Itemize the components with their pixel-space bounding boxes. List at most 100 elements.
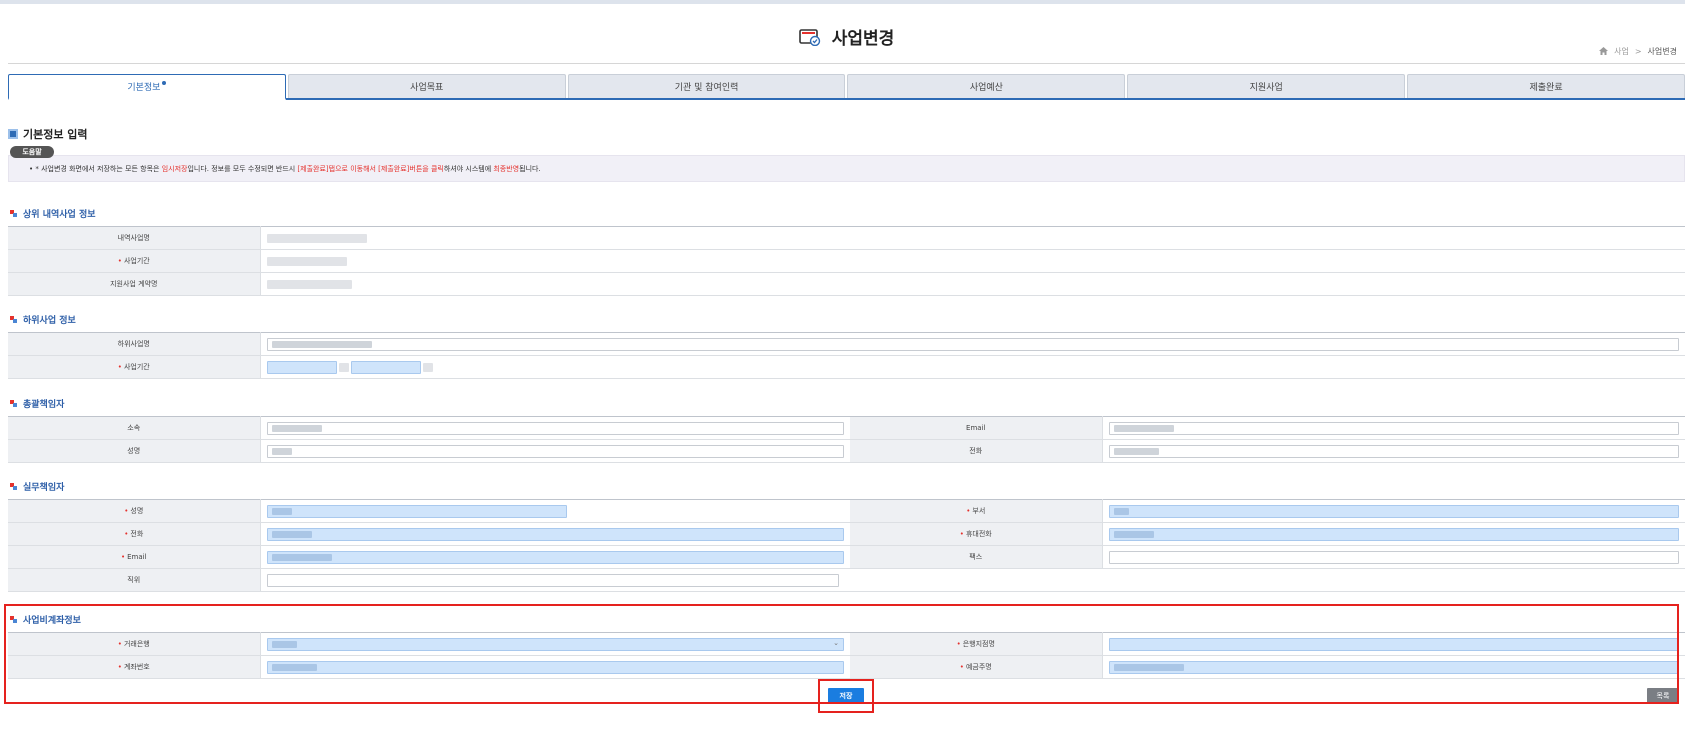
section-title-text: 실무책임자 xyxy=(23,483,65,493)
table-row: 하위사업명 xyxy=(8,332,1685,356)
field-value xyxy=(1102,499,1685,523)
field-label-text: 부서 xyxy=(972,507,986,515)
tab-basic-info[interactable]: 기본정보 xyxy=(8,74,286,100)
breadcrumb-level1[interactable]: 사업 xyxy=(1614,46,1629,57)
department-input[interactable] xyxy=(1108,504,1679,518)
field-value xyxy=(260,416,850,440)
masked-value xyxy=(271,530,312,538)
notice-highlight-3: 최종반영 xyxy=(493,165,520,173)
field-label-text: 사업기간 xyxy=(123,363,150,371)
change-document-icon xyxy=(798,28,821,46)
page-title-wrap: 사업변경 xyxy=(8,24,1685,49)
sub-project-name-input[interactable] xyxy=(266,337,1679,351)
field-value xyxy=(260,522,850,546)
field-value xyxy=(260,499,850,523)
field-value: ⌄ xyxy=(260,632,850,656)
masked-value xyxy=(1113,447,1159,455)
calendar-icon[interactable] xyxy=(423,362,434,372)
table-row: 성명 전화 xyxy=(8,439,1685,463)
required-mark: • xyxy=(959,530,964,538)
section-main-title-text: 기본정보 입력 xyxy=(23,128,88,141)
field-label: • 사업기간 xyxy=(8,355,261,379)
tab-support-project[interactable]: 지원사업 xyxy=(1127,74,1406,98)
masked-value xyxy=(1113,530,1154,538)
field-label: • 부서 xyxy=(850,499,1103,523)
email-input[interactable] xyxy=(266,550,844,564)
required-mark: • xyxy=(124,507,129,515)
field-label: • 사업기간 xyxy=(8,249,261,273)
branch-input[interactable] xyxy=(1108,637,1679,651)
field-label: 직위 xyxy=(8,568,261,592)
field-label-text: 휴대전화 xyxy=(965,530,992,538)
field-value xyxy=(260,568,1685,592)
table-row: 소속 Email xyxy=(8,416,1685,440)
masked-value xyxy=(271,340,372,348)
top-strip xyxy=(0,0,1685,4)
list-button[interactable]: 목록 xyxy=(1647,688,1679,704)
phone-input[interactable] xyxy=(1108,444,1679,458)
field-label-text: 예금주명 xyxy=(965,663,992,671)
mobile-input[interactable] xyxy=(1108,527,1679,541)
position-input[interactable] xyxy=(266,573,839,587)
end-date-input[interactable] xyxy=(350,360,421,374)
tab-institution-staff[interactable]: 기관 및 참여인력 xyxy=(567,74,846,98)
required-mark: • xyxy=(959,663,964,671)
date-separator xyxy=(338,362,349,372)
section-main-title: 기본정보 입력 xyxy=(8,126,88,142)
notice-text-3: 하셔야 시스템에 xyxy=(443,165,494,173)
field-value xyxy=(260,655,850,679)
field-value xyxy=(260,332,1685,356)
practical-manager-table: • 성명 • 부서 • 전화 • 휴대전화 • Email 팩스 직위 xyxy=(8,499,1685,592)
bank-select[interactable]: ⌄ xyxy=(266,637,844,651)
field-label: • 전화 xyxy=(8,522,261,546)
fax-input[interactable] xyxy=(1108,550,1679,564)
required-mark: • xyxy=(956,640,961,648)
account-number-input[interactable] xyxy=(266,660,844,674)
required-mark: • xyxy=(117,640,122,648)
general-manager-table: 소속 Email 성명 전화 xyxy=(8,416,1685,463)
masked-value xyxy=(271,447,292,455)
masked-value xyxy=(1113,424,1174,432)
field-label: • 은행지점명 xyxy=(850,632,1103,656)
field-label: 내역사업명 xyxy=(8,226,261,250)
lower-project-table: 하위사업명 • 사업기간 xyxy=(8,332,1685,379)
section-bullet-icon xyxy=(10,399,18,408)
tab-submit-complete[interactable]: 제출완료 xyxy=(1407,74,1685,98)
phone-input[interactable] xyxy=(266,527,844,541)
field-value xyxy=(260,226,1685,250)
masked-value xyxy=(266,279,352,289)
field-label: • 휴대전화 xyxy=(850,522,1103,546)
breadcrumb-separator: > xyxy=(1634,47,1642,56)
field-label: 성명 xyxy=(8,439,261,463)
tab-budget[interactable]: 사업예산 xyxy=(847,74,1126,98)
affiliation-input[interactable] xyxy=(266,421,844,435)
field-value xyxy=(1102,439,1685,463)
section-title-text: 사업비계좌정보 xyxy=(23,616,81,626)
required-mark: • xyxy=(124,530,129,538)
start-date-input[interactable] xyxy=(266,360,337,374)
tab-label: 사업목표 xyxy=(410,83,444,93)
name-input[interactable] xyxy=(266,504,567,518)
field-label-text: 은행지점명 xyxy=(962,640,995,648)
section-title-text: 하위사업 정보 xyxy=(23,316,76,326)
required-mark: • xyxy=(120,553,126,561)
field-value xyxy=(260,439,850,463)
tab-label: 사업예산 xyxy=(969,83,1003,93)
masked-value xyxy=(271,553,332,561)
section-bullet-icon xyxy=(10,315,18,324)
masked-value xyxy=(1113,663,1184,671)
table-row: • 성명 • 부서 xyxy=(8,499,1685,523)
field-label: • 예금주명 xyxy=(850,655,1103,679)
tab-label: 제출완료 xyxy=(1529,83,1563,93)
save-button[interactable]: 저장 xyxy=(828,688,864,704)
tab-business-goal[interactable]: 사업목표 xyxy=(287,74,566,98)
home-icon[interactable] xyxy=(1599,46,1609,57)
name-input[interactable] xyxy=(266,444,844,458)
email-input[interactable] xyxy=(1108,421,1679,435)
field-label: 지원사업 계약명 xyxy=(8,272,261,296)
field-value xyxy=(1102,522,1685,546)
field-label-text: 전화 xyxy=(130,530,144,538)
table-row: • 사업기간 xyxy=(8,355,1685,379)
account-holder-input[interactable] xyxy=(1108,660,1679,674)
notice-text-4: 됩니다. xyxy=(519,165,541,173)
